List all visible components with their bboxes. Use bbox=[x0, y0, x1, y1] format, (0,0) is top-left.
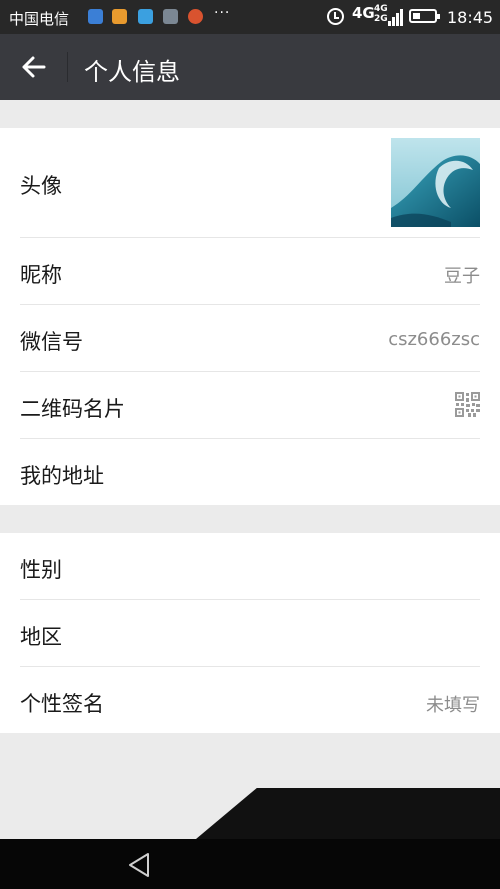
back-button[interactable] bbox=[14, 51, 54, 83]
row-nickname[interactable]: 昵称 豆子 bbox=[0, 238, 500, 305]
network-type: 4G bbox=[352, 4, 375, 22]
wechat-id-label: 微信号 bbox=[20, 330, 83, 354]
weibo-app-icon bbox=[188, 9, 203, 24]
nickname-value: 豆子 bbox=[444, 266, 480, 287]
gender-label: 性别 bbox=[20, 558, 62, 582]
wave-avatar-image bbox=[391, 138, 480, 227]
wechat-id-value: csz666zsc bbox=[388, 329, 480, 350]
my-address-label: 我的地址 bbox=[20, 464, 104, 488]
network-type-bottom: 2G bbox=[374, 14, 388, 24]
map-app-icon bbox=[138, 9, 153, 24]
navigation-bar bbox=[0, 839, 500, 889]
network-type-top: 4G bbox=[374, 4, 388, 14]
network-type-secondary: 4G 2G bbox=[374, 4, 388, 24]
title-bar: 个人信息 bbox=[0, 34, 500, 100]
qr-code-icon bbox=[455, 392, 480, 417]
bottom-shadow-overlay bbox=[196, 788, 500, 839]
avatar-label: 头像 bbox=[20, 174, 62, 198]
signature-value: 未填写 bbox=[426, 695, 480, 716]
row-wechat-id[interactable]: 微信号 csz666zsc bbox=[0, 305, 500, 372]
carrier-name: 中国电信 bbox=[9, 10, 70, 28]
clock: 18:45 bbox=[447, 8, 494, 27]
page-title: 个人信息 bbox=[84, 58, 180, 86]
row-my-address[interactable]: 我的地址 bbox=[0, 439, 500, 505]
region-label: 地区 bbox=[20, 625, 62, 649]
title-divider bbox=[67, 52, 68, 82]
battery-icon bbox=[409, 9, 440, 23]
gallery-app-icon bbox=[163, 9, 178, 24]
photo-app-icon bbox=[112, 9, 127, 24]
message-app-icon bbox=[88, 9, 103, 24]
row-avatar[interactable]: 头像 bbox=[0, 128, 500, 238]
qr-code-label: 二维码名片 bbox=[20, 397, 125, 421]
alarm-icon bbox=[327, 8, 344, 25]
row-signature[interactable]: 个性签名 未填写 bbox=[0, 667, 500, 733]
profile-section-details: 性别 地区 个性签名 未填写 bbox=[0, 533, 500, 733]
signature-label: 个性签名 bbox=[20, 692, 104, 716]
row-region[interactable]: 地区 bbox=[0, 600, 500, 667]
more-notifications-icon: ··· bbox=[214, 5, 231, 21]
arrow-left-icon bbox=[22, 56, 46, 78]
row-qr-code[interactable]: 二维码名片 bbox=[0, 372, 500, 439]
triangle-back-icon[interactable] bbox=[126, 851, 154, 879]
signal-icon bbox=[388, 8, 404, 26]
row-gender[interactable]: 性别 bbox=[0, 533, 500, 600]
nickname-label: 昵称 bbox=[20, 263, 62, 287]
avatar[interactable] bbox=[391, 138, 480, 227]
status-bar: 中国电信 ··· 4G 4G 2G 18:45 bbox=[0, 0, 500, 34]
profile-section-main: 头像 昵称 豆子 微信号 csz666zsc 二维码名片 我的地址 bbox=[0, 128, 500, 505]
